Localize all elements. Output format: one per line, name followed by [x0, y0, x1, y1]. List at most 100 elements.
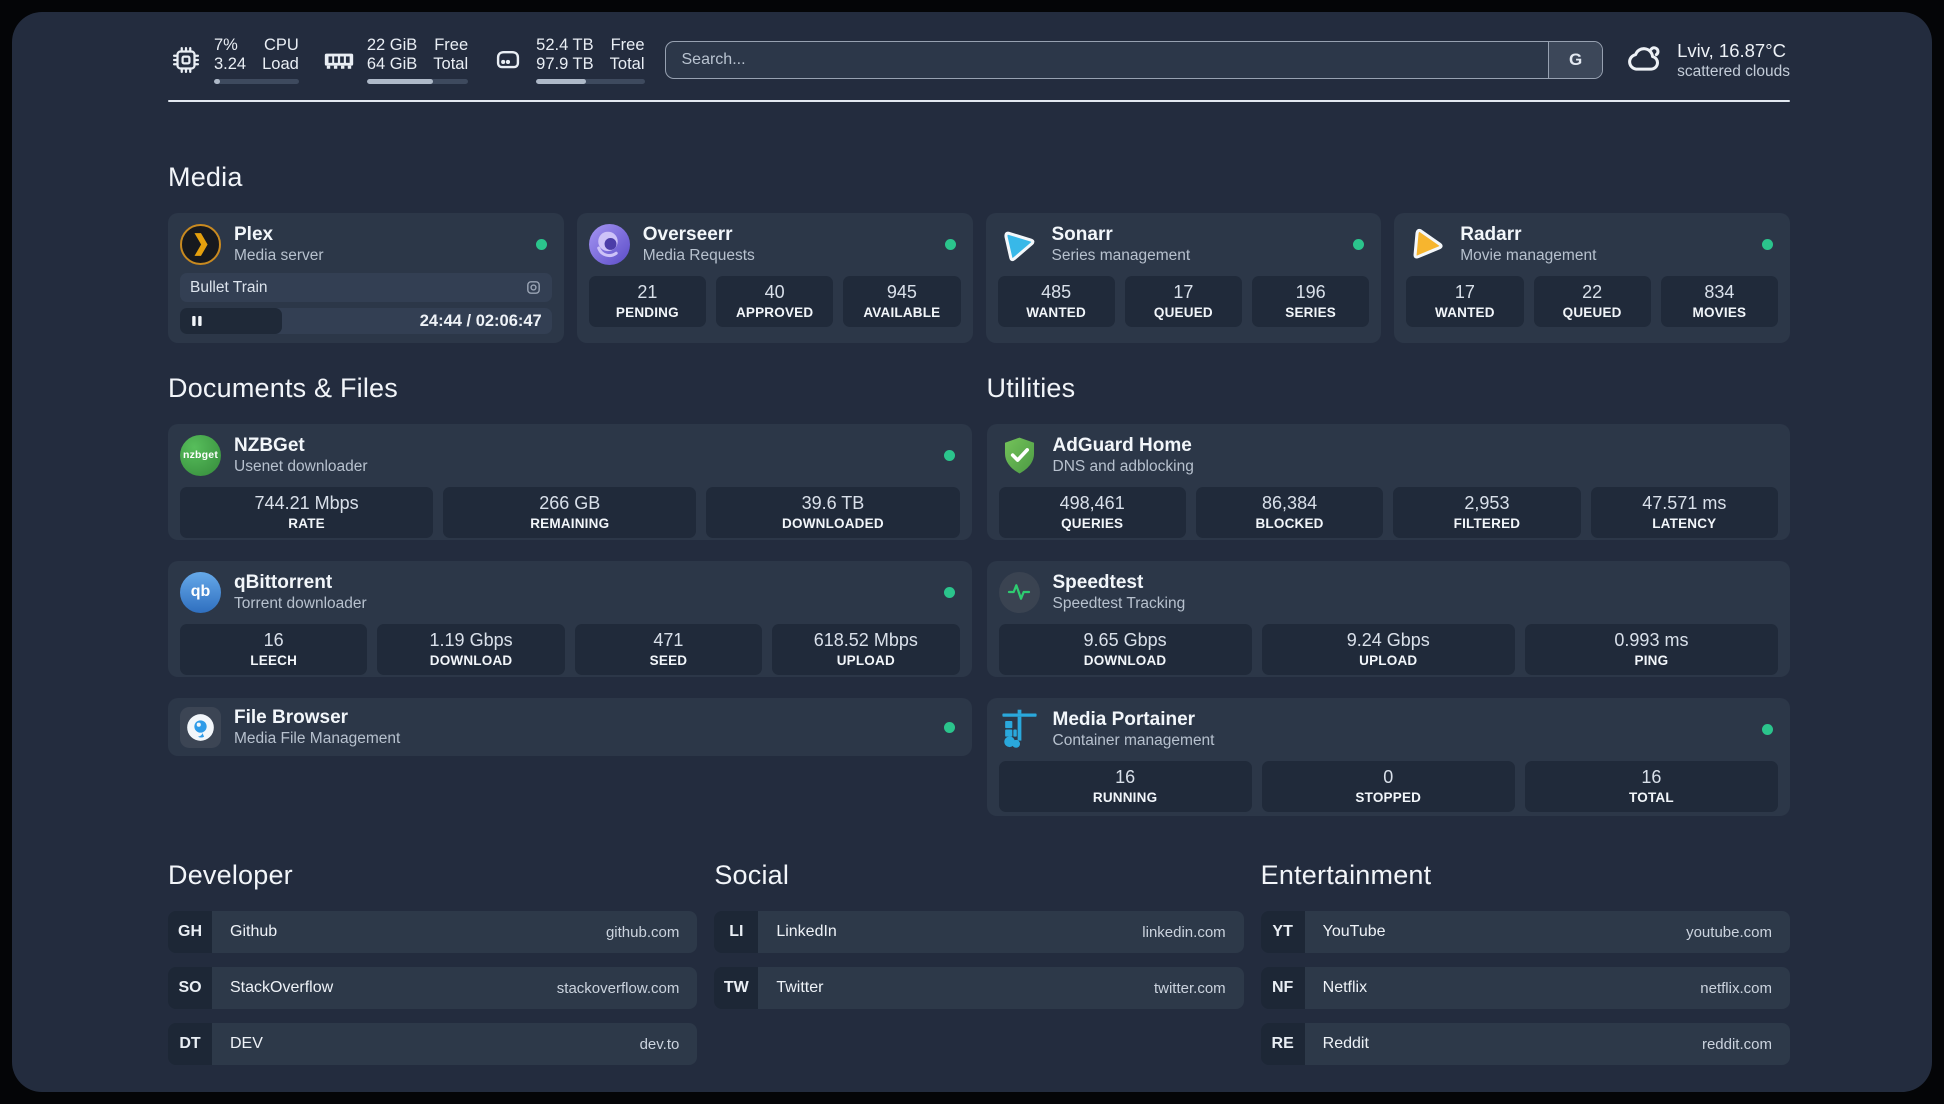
app-card-qbittorrent[interactable]: qb qBittorrent Torrent downloader 16 LEE… [168, 561, 972, 677]
search-input[interactable] [665, 42, 1549, 78]
section-title-utilities: Utilities [986, 373, 1076, 403]
search-bar: G [664, 41, 1604, 79]
bookmark-tag: RE [1260, 1023, 1305, 1065]
stat-value: 471 [653, 630, 684, 650]
stat-value: 0 [1383, 767, 1394, 787]
disk-icon [490, 42, 526, 78]
bookmark-group-entertainment: Entertainment YT YouTube youtube.com NF … [1260, 860, 1790, 1079]
bookmark-url: reddit.com [1701, 1035, 1772, 1053]
app-subtitle: DNS and adblocking [1052, 458, 1194, 475]
stat-box: 16 TOTAL [1524, 761, 1779, 812]
stat-label: QUEUED [1562, 305, 1622, 320]
ram-total-label: Total [433, 55, 469, 73]
status-dot-online [943, 586, 955, 598]
bookmark-tag: SO [168, 967, 212, 1009]
disk-stat: 52.4 TB 97.9 TB Free Total [490, 36, 645, 84]
disk-free-label: Free [610, 36, 645, 54]
bookmark-url: stackoverflow.com [556, 979, 680, 997]
app-subtitle: Movie management [1460, 247, 1597, 264]
bookmark-youtube[interactable]: YT YouTube youtube.com [1260, 911, 1790, 953]
bookmark-twitter[interactable]: TW Twitter twitter.com [714, 967, 1244, 1009]
app-subtitle: Media Requests [642, 247, 755, 264]
bookmark-url: netflix.com [1700, 979, 1772, 997]
stat-box: 17 WANTED [1406, 276, 1524, 327]
section-title-documents: Documents & Files [168, 373, 398, 403]
bookmark-url: github.com [605, 923, 680, 941]
media-cards-row: Plex Media server Bullet Train 24:44 / 0… [168, 213, 1790, 343]
search-provider-button[interactable]: G [1548, 42, 1603, 78]
qbittorrent-icon: qb [180, 571, 221, 613]
stat-label: MOVIES [1692, 305, 1747, 320]
app-title: File Browser [234, 707, 349, 728]
stat-box: 196 SERIES [1252, 276, 1370, 327]
stat-box: 2,953 FILTERED [1393, 487, 1581, 538]
top-bar: 7% 3.24 CPU Load 22 GiB 64 GiB Free Tota… [168, 36, 1790, 84]
app-card-speedtest[interactable]: Speedtest Speedtest Tracking 9.65 Gbps D… [986, 561, 1790, 677]
stat-value: 86,384 [1262, 493, 1318, 513]
bookmark-url: linkedin.com [1142, 923, 1226, 941]
bookmark-name: Reddit [1322, 1035, 1369, 1052]
stat-value: 17 [1454, 282, 1475, 302]
stat-box: 1.19 Gbps DOWNLOAD [377, 624, 565, 675]
bookmark-name: Twitter [776, 979, 824, 996]
stat-label: UPLOAD [1359, 653, 1418, 668]
disk-progress-bar [536, 79, 645, 84]
bookmark-netflix[interactable]: NF Netflix netflix.com [1260, 967, 1790, 1009]
app-card-portainer[interactable]: Media Portainer Container management 16 … [986, 698, 1790, 816]
app-card-sonarr[interactable]: Sonarr Series management 485 WANTED 17 Q… [985, 213, 1382, 343]
stat-box: 498,461 QUERIES [998, 487, 1186, 538]
status-dot-online [1762, 723, 1773, 735]
stat-value: 9.65 Gbps [1083, 630, 1167, 650]
app-title: NZBGet [234, 435, 305, 456]
pause-button[interactable] [180, 308, 282, 334]
stat-label: SEED [649, 653, 688, 668]
stat-value: 196 [1295, 282, 1326, 302]
stat-value: 39.6 TB [801, 493, 865, 513]
stat-label: LATENCY [1652, 516, 1717, 531]
bookmark-name: DEV [230, 1035, 263, 1052]
cpu-icon [168, 42, 204, 78]
app-card-adguard[interactable]: AdGuard Home DNS and adblocking 498,461 … [986, 424, 1790, 540]
status-dot-online [535, 238, 547, 250]
overseerr-icon [588, 223, 630, 265]
stat-value: 16 [1641, 767, 1662, 787]
bookmark-name: StackOverflow [230, 979, 334, 996]
app-card-overseerr[interactable]: Overseerr Media Requests 21 PENDING 40 A… [576, 213, 973, 343]
system-stats: 7% 3.24 CPU Load 22 GiB 64 GiB Free Tota… [168, 36, 645, 84]
section-title-media: Media [168, 162, 243, 192]
bookmark-stackoverflow[interactable]: SO StackOverflow stackoverflow.com [168, 967, 698, 1009]
bookmark-linkedin[interactable]: LI LinkedIn linkedin.com [714, 911, 1244, 953]
bookmark-reddit[interactable]: RE Reddit reddit.com [1260, 1023, 1790, 1065]
nzbget-icon: nzbget [180, 434, 221, 476]
stat-value: 744.21 Mbps [254, 493, 359, 513]
stat-box: 834 MOVIES [1660, 276, 1778, 327]
app-card-plex[interactable]: Plex Media server Bullet Train 24:44 / 0… [168, 213, 564, 343]
app-card-filebrowser[interactable]: File Browser Media File Management [168, 698, 972, 756]
section-title-developer: Developer [168, 860, 293, 890]
stat-value: 266 GB [539, 493, 601, 513]
stat-value: 9.24 Gbps [1346, 630, 1430, 650]
stat-label: UPLOAD [836, 653, 895, 668]
app-card-nzbget[interactable]: nzbget NZBGet Usenet downloader 744.21 M… [168, 424, 972, 540]
stat-box: 485 WANTED [997, 276, 1115, 327]
app-subtitle: Series management [1051, 247, 1191, 264]
documents-column: Documents & Files nzbget NZBGet Usenet d… [168, 373, 972, 756]
cpu-load-value: 3.24 [214, 55, 247, 73]
stat-label: SERIES [1285, 305, 1336, 320]
stat-value: 0.993 ms [1614, 630, 1689, 650]
app-title: Plex [234, 224, 274, 245]
stat-box: 40 APPROVED [716, 276, 834, 327]
stat-label: RATE [288, 516, 325, 531]
app-subtitle: Torrent downloader [234, 595, 367, 612]
status-dot-online [943, 449, 955, 461]
app-title: Radarr [1460, 224, 1522, 245]
bookmark-dev[interactable]: DT DEV dev.to [168, 1023, 698, 1065]
app-card-radarr[interactable]: Radarr Movie management 17 WANTED 22 QUE… [1394, 213, 1790, 343]
now-playing-box: Bullet Train [180, 273, 552, 302]
bookmark-github[interactable]: GH Github github.com [168, 911, 698, 953]
stat-label: WANTED [1026, 305, 1086, 320]
disk-free-value: 52.4 TB [536, 36, 594, 54]
stat-box: 17 QUEUED [1124, 276, 1242, 327]
stat-label: QUEUED [1153, 305, 1213, 320]
stat-value: 16 [263, 630, 284, 650]
